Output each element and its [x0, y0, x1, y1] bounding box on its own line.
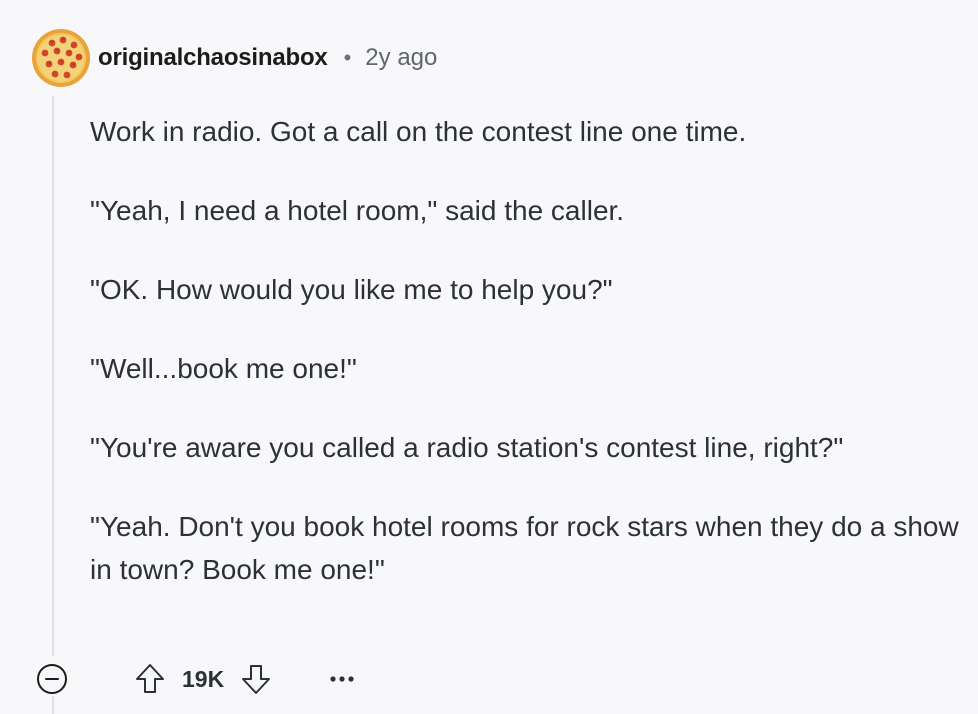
comment-paragraph: "OK. How would you like me to help you?"	[90, 274, 613, 305]
upvote-button[interactable]	[132, 661, 168, 697]
comment-body: Work in radio. Got a call on the contest…	[90, 110, 960, 591]
more-options-button[interactable]	[324, 661, 360, 697]
pizza-icon	[32, 29, 90, 87]
comment-paragraph: "Yeah. Don't you book hotel rooms for ro…	[90, 511, 959, 585]
avatar[interactable]	[30, 27, 92, 89]
downvote-arrow-icon	[242, 665, 271, 694]
meta-separator: •	[343, 45, 352, 70]
timestamp[interactable]: 2y ago	[365, 44, 437, 72]
comment-paragraph: Work in radio. Got a call on the contest…	[90, 116, 747, 147]
comment-paragraph: "Well...book me one!"	[90, 353, 357, 384]
thread-line	[52, 96, 54, 656]
comment-paragraph: "Yeah, I need a hotel room," said the ca…	[90, 195, 625, 226]
upvote-arrow-icon	[136, 664, 164, 693]
comment-paragraph: "You're aware you called a radio station…	[90, 432, 844, 463]
downvote-button[interactable]	[238, 661, 274, 697]
username[interactable]: originalchaosinabox	[98, 44, 328, 72]
comment-header: originalchaosinabox • 2y ago	[30, 27, 437, 89]
vote-score: 19K	[182, 665, 225, 692]
collapse-minus-icon	[37, 664, 67, 694]
collapse-button[interactable]	[34, 661, 70, 697]
more-options-icon	[330, 676, 354, 682]
comment-actions: 19K	[34, 658, 360, 700]
